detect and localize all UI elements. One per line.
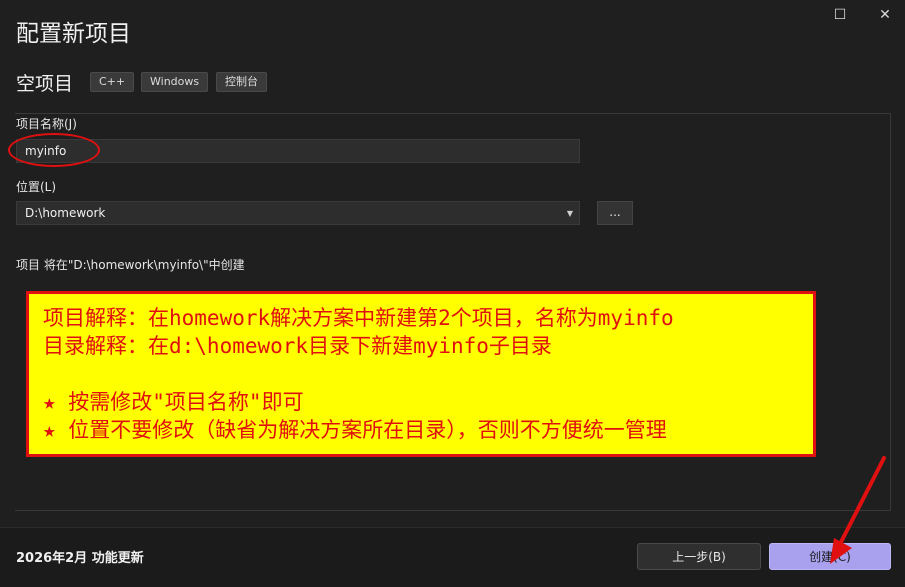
annotation-line: ★ 按需修改"项目名称"即可 — [43, 390, 304, 414]
chevron-down-icon[interactable]: ▼ — [567, 209, 573, 218]
project-name-input[interactable]: myinfo — [16, 139, 580, 163]
page-title: 配置新项目 — [16, 21, 131, 47]
tag-cpp: C++ — [90, 72, 135, 92]
tag-windows: Windows — [141, 72, 209, 92]
close-icon[interactable]: ✕ — [874, 4, 896, 26]
annotation-line: 目录解释：在d:\homework目录下新建myinfo子目录 — [43, 334, 552, 358]
annotation-box: 项目解释：在homework解决方案中新建第2个项目，名称为myinfo 目录解… — [26, 291, 816, 457]
update-text[interactable]: 2026年2月 功能更新 — [16, 547, 144, 566]
annotation-line: ★ 位置不要修改（缺省为解决方案所在目录），否则不方便统一管理 — [43, 418, 667, 442]
highlight-ellipse — [8, 133, 100, 167]
tag-console: 控制台 — [216, 72, 267, 92]
browse-button[interactable]: ... — [597, 201, 633, 225]
project-name-label: 项目名称(J) — [16, 117, 77, 131]
annotation-line — [43, 360, 799, 388]
location-select[interactable]: D:\homework ▼ — [16, 201, 580, 225]
location-value: D:\homework — [25, 206, 106, 220]
maximize-icon[interactable]: ☐ — [829, 4, 851, 26]
location-label: 位置(L) — [16, 180, 57, 194]
annotation-arrow-icon — [830, 456, 886, 564]
back-button[interactable]: 上一步(B) — [637, 543, 761, 570]
template-name: 空项目 — [16, 73, 74, 95]
creation-path-text: 项目 将在"D:\homework\myinfo\"中创建 — [16, 258, 245, 272]
annotation-line: 项目解释：在homework解决方案中新建第2个项目，名称为myinfo — [43, 306, 674, 330]
